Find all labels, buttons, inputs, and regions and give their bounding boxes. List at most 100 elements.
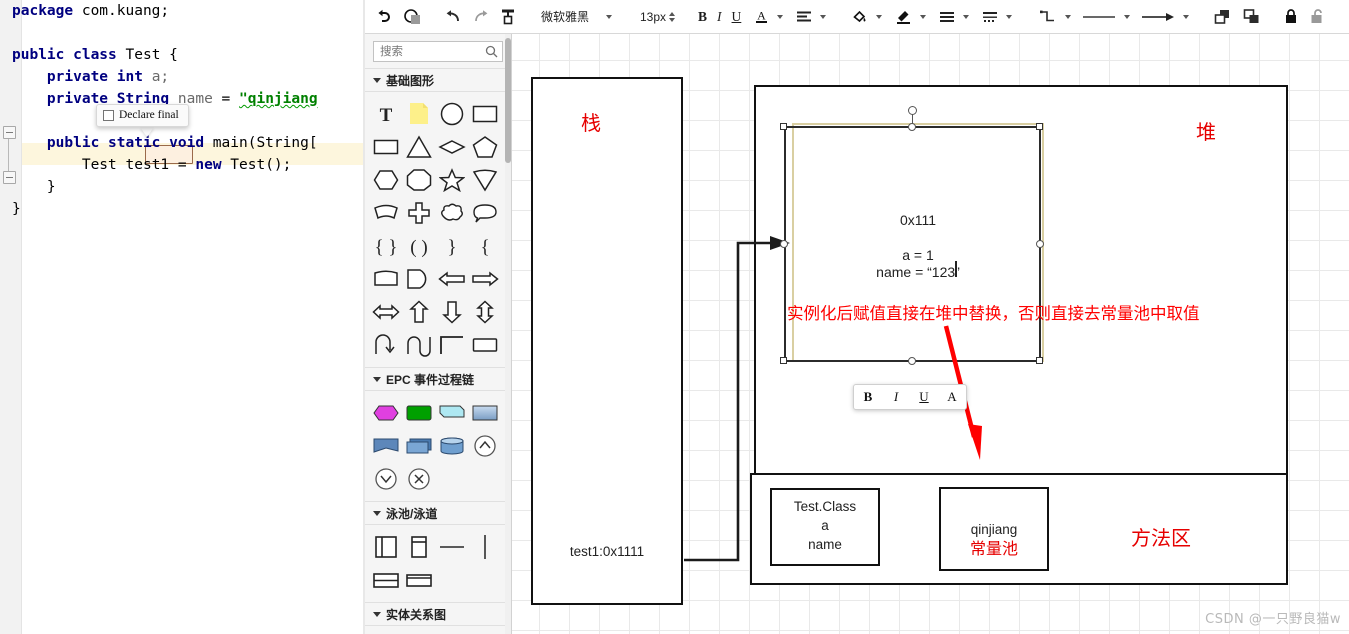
shape-diamond-icon[interactable] (435, 130, 468, 163)
shape-circle-icon[interactable] (435, 97, 468, 130)
shape-rounded-rect-icon[interactable] (468, 328, 501, 361)
search-input[interactable] (374, 42, 502, 61)
shape-grid-basic[interactable]: T { } ( ) } { (365, 92, 511, 367)
underline-button[interactable]: U (727, 4, 747, 30)
pool-vertical-icon[interactable] (369, 530, 402, 563)
shape-arrow-lr-icon[interactable] (369, 295, 402, 328)
font-family-select[interactable]: 微软雅黑 (533, 4, 597, 30)
fill-caret[interactable] (870, 4, 889, 30)
line-plain-caret[interactable] (1118, 4, 1137, 30)
shape-search-box[interactable] (373, 41, 503, 62)
shape-arrow-right-icon[interactable] (468, 262, 501, 295)
shape-rect-icon[interactable] (468, 97, 501, 130)
fmt-underline-button[interactable]: U (910, 385, 938, 409)
waypoint-caret[interactable] (1059, 4, 1078, 30)
send-to-back-icon[interactable] (1237, 4, 1266, 30)
shape-card-icon[interactable] (369, 262, 402, 295)
shape-brace-left-icon[interactable]: { (468, 229, 501, 262)
shape-note-icon[interactable] (402, 97, 435, 130)
fmt-font-color-button[interactable]: A (938, 385, 966, 409)
shape-octagon-icon[interactable] (402, 163, 435, 196)
shape-cone-icon[interactable] (468, 163, 501, 196)
resize-handle-bottom-right[interactable] (1036, 357, 1043, 364)
shape-uturn2-icon[interactable] (402, 328, 435, 361)
shape-library-panel[interactable]: 基础图形 T { } ( ) } { (365, 34, 512, 634)
font-size-spinner[interactable] (669, 11, 676, 22)
resize-handle-top-center[interactable] (908, 123, 916, 131)
shape-star-icon[interactable] (435, 163, 468, 196)
align-caret[interactable] (814, 4, 833, 30)
fmt-bold-button[interactable]: B (854, 385, 882, 409)
diagram-canvas[interactable]: 栈 test1:0x1111 堆 0x111 a = 1 name = “123… (512, 34, 1349, 634)
epc-org-icon[interactable] (468, 396, 501, 429)
undo-icon[interactable] (439, 4, 467, 30)
shape-uturn-icon[interactable] (369, 328, 402, 361)
line-color-caret[interactable] (914, 4, 933, 30)
shape-cloud-icon[interactable] (435, 196, 468, 229)
redo-icon[interactable] (467, 4, 495, 30)
unlock-icon[interactable] (1304, 4, 1331, 30)
resize-handle-top-left[interactable] (780, 123, 787, 130)
fill-color-icon[interactable] (398, 4, 427, 30)
shape-dhalf-icon[interactable] (402, 262, 435, 295)
shape-speech-icon[interactable] (468, 196, 501, 229)
resize-handle-right-center[interactable] (1036, 240, 1044, 248)
line-plain-button[interactable] (1078, 4, 1118, 30)
bold-button[interactable]: B (693, 4, 712, 30)
line-horizontal-icon[interactable] (435, 530, 468, 563)
resize-handle-bottom-center[interactable] (908, 357, 916, 365)
fmt-italic-button[interactable]: I (882, 385, 910, 409)
epc-cylinder-icon[interactable] (435, 429, 468, 462)
shape-grid-epc[interactable] (365, 391, 511, 501)
shape-pentagon-icon[interactable] (468, 130, 501, 163)
fill-bucket-button[interactable] (845, 4, 870, 30)
shape-triangle-icon[interactable] (402, 130, 435, 163)
italic-button[interactable]: I (712, 4, 727, 30)
epc-xor-icon[interactable] (402, 462, 435, 495)
font-color-button[interactable]: A (746, 4, 771, 30)
waypoint-style-button[interactable] (1031, 4, 1059, 30)
undo-arrow-icon[interactable] (371, 4, 398, 30)
section-header-pool-lane[interactable]: 泳池/泳道 (365, 501, 511, 525)
shape-arrow-ud-icon[interactable] (468, 295, 501, 328)
lock-icon[interactable] (1278, 4, 1304, 30)
declare-final-checkbox[interactable] (103, 109, 114, 121)
lane-vertical-icon[interactable] (402, 530, 435, 563)
shape-brace-right-icon[interactable]: } (435, 229, 468, 262)
diagram-toolbar[interactable]: 微软雅黑 13px B I U A (365, 0, 1349, 34)
shape-rect2-icon[interactable] (369, 130, 402, 163)
epc-event-icon[interactable] (402, 396, 435, 429)
epc-function-icon[interactable] (369, 396, 402, 429)
lane-horizontal-icon[interactable] (402, 563, 435, 596)
format-painter-icon[interactable] (495, 4, 521, 30)
resize-handle-top-right[interactable] (1036, 123, 1043, 130)
shape-elbow-icon[interactable] (435, 328, 468, 361)
line-style-button[interactable] (933, 4, 957, 30)
floating-format-toolbar[interactable]: B I U A (853, 384, 967, 410)
shape-arrow-up-icon[interactable] (402, 295, 435, 328)
spacing-button[interactable] (976, 4, 1000, 30)
line-color-button[interactable] (889, 4, 914, 30)
font-family-caret[interactable] (597, 4, 620, 30)
resize-handle-left-center[interactable] (780, 240, 788, 248)
shape-panel-scrollbar[interactable] (505, 38, 511, 163)
shape-brackets-icon[interactable]: ( ) (402, 229, 435, 262)
epc-banner-icon[interactable] (369, 429, 402, 462)
link-icon[interactable] (1343, 4, 1349, 30)
line-arrow-caret[interactable] (1177, 4, 1196, 30)
epc-stack-icon[interactable] (402, 429, 435, 462)
shape-arrow-down-icon[interactable] (435, 295, 468, 328)
epc-and-icon[interactable] (468, 429, 501, 462)
epc-document-icon[interactable] (435, 396, 468, 429)
shape-text-icon[interactable]: T (369, 97, 402, 130)
font-color-caret[interactable] (771, 4, 790, 30)
shape-arc-icon[interactable] (369, 196, 402, 229)
shape-braces-icon[interactable]: { } (369, 229, 402, 262)
pool-horizontal-icon[interactable] (369, 563, 402, 596)
font-size-stepper[interactable]: 13px (632, 4, 681, 30)
rotate-handle[interactable] (908, 106, 917, 115)
section-header-basic-shapes[interactable]: 基础图形 (365, 68, 511, 92)
section-header-epc[interactable]: EPC 事件过程链 (365, 367, 511, 391)
bring-to-front-icon[interactable] (1208, 4, 1237, 30)
line-vertical-icon[interactable] (468, 530, 501, 563)
